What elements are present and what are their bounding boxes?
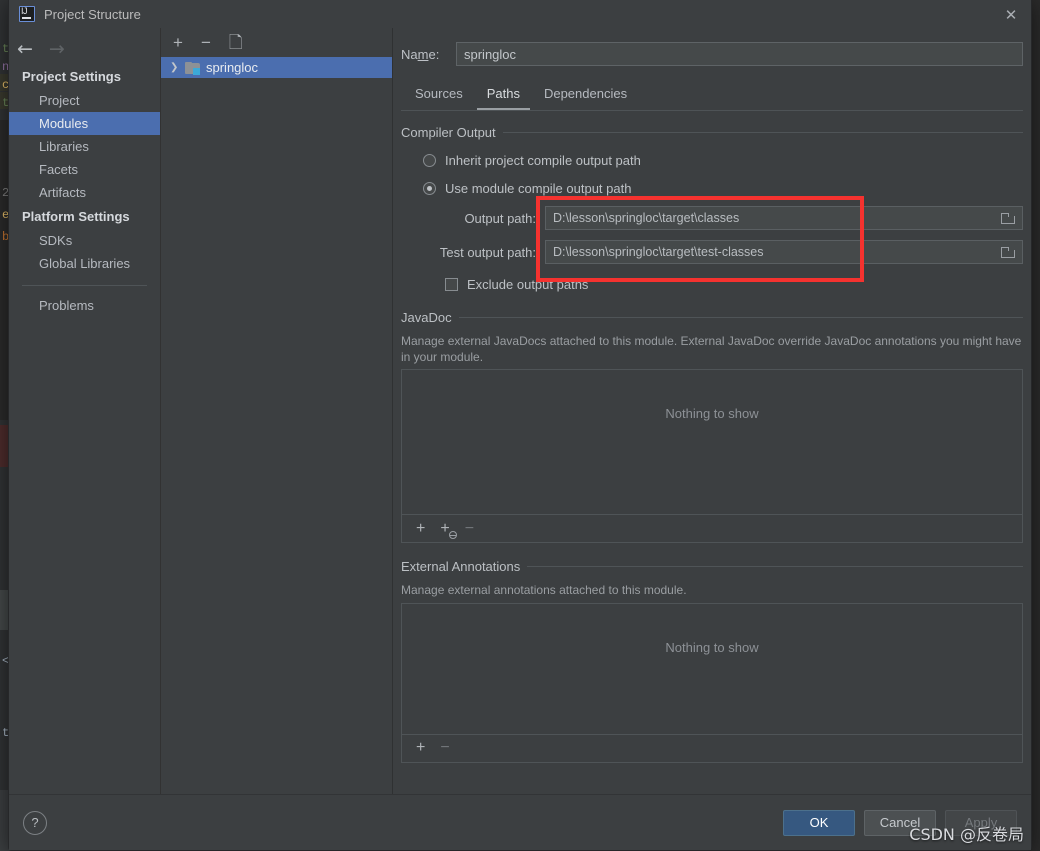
sidebar-item-modules[interactable]: Modules (9, 112, 160, 135)
minus-icon[interactable]: − (440, 740, 449, 756)
sidebar-group-platform-settings: Platform Settings (22, 209, 130, 224)
navigation-arrows: ← → (9, 34, 160, 64)
test-output-path-row: Test output path: (401, 240, 1023, 264)
dialog-body: ← → Project Settings Project Modules Lib… (9, 28, 1031, 794)
javadoc-empty-area: Nothing to show (402, 370, 1022, 514)
javadoc-title: JavaDoc (401, 310, 452, 325)
module-folder-icon (185, 61, 200, 75)
watermark: CSDN @反卷局 (909, 825, 1024, 844)
tab-paths[interactable]: Paths (476, 81, 530, 110)
close-icon[interactable]: ✕ (1001, 5, 1021, 25)
settings-sidebar: ← → Project Settings Project Modules Lib… (9, 28, 161, 794)
sidebar-item-artifacts[interactable]: Artifacts (9, 181, 160, 204)
module-tabs: Sources Paths Dependencies (401, 81, 1023, 110)
plus-icon[interactable]: + (416, 740, 425, 756)
inherit-output-radio-row[interactable]: Inherit project compile output path (423, 153, 1023, 168)
output-path-input[interactable] (546, 207, 994, 229)
output-path-label: Output path: (464, 210, 536, 226)
external-annotations-description: Manage external annotations attached to … (401, 583, 687, 598)
external-annotations-title: External Annotations (401, 559, 521, 575)
plus-icon[interactable]: + (416, 520, 425, 537)
dialog-footer: ? OK Cancel Apply (9, 794, 1031, 850)
project-structure-dialog: Project Structure ✕ ← → Project Settings… (8, 0, 1032, 851)
plus-globe-icon[interactable]: + (440, 520, 457, 539)
javadoc-listbox: Nothing to show + + − (401, 369, 1023, 544)
folder-browse-icon (1001, 212, 1015, 224)
javadoc-empty-text: Nothing to show (665, 406, 759, 422)
external-annotations-empty-text: Nothing to show (665, 639, 759, 655)
chevron-right-icon[interactable]: ❯ (170, 62, 179, 73)
copy-icon[interactable]: 🗋 (229, 34, 243, 51)
help-button[interactable]: ? (23, 810, 47, 835)
module-tree-item-springloc[interactable]: ❯ springloc (161, 57, 392, 78)
exclude-output-paths-row[interactable]: Exclude output paths (445, 277, 1023, 292)
external-annotations-group: External Annotations Manage external ann… (401, 559, 1023, 763)
back-arrow-icon[interactable]: ← (17, 39, 33, 59)
module-editor: Name: Sources Paths Dependencies Compile… (393, 28, 1031, 794)
modules-tree: ❯ springloc (161, 57, 392, 794)
test-output-path-label: Test output path: (439, 244, 536, 260)
minus-icon[interactable]: − (465, 520, 474, 537)
external-annotations-empty-area: Nothing to show (402, 604, 1022, 734)
inherit-output-radio-label: Inherit project compile output path (445, 153, 641, 168)
module-name-field-label: Name: (401, 46, 440, 62)
external-annotations-listbox: Nothing to show + − (401, 602, 1023, 763)
ok-button[interactable]: OK (783, 809, 855, 836)
exclude-output-paths-label: Exclude output paths (467, 277, 589, 292)
folder-browse-icon (1001, 246, 1015, 258)
exclude-output-paths-checkbox[interactable] (445, 278, 458, 291)
module-name-row: Name: (401, 42, 1023, 66)
plus-icon[interactable]: + (173, 34, 183, 51)
forward-arrow-icon[interactable]: → (49, 39, 65, 59)
sidebar-item-problems[interactable]: Problems (9, 294, 160, 317)
sidebar-item-libraries[interactable]: Libraries (9, 135, 160, 158)
test-output-path-browse-button[interactable] (994, 241, 1022, 263)
modules-toolbar: + − 🗋 (161, 28, 392, 57)
sidebar-item-global-libraries[interactable]: Global Libraries (9, 252, 160, 275)
sidebar-item-project[interactable]: Project (9, 89, 160, 112)
sidebar-divider (22, 285, 147, 286)
inherit-output-radio[interactable] (423, 154, 436, 167)
external-annotations-toolbar: + − (402, 733, 1022, 762)
output-path-browse-button[interactable] (994, 207, 1022, 229)
javadoc-toolbar: + + − (402, 514, 1022, 542)
use-module-output-radio-label: Use module compile output path (445, 181, 632, 196)
minus-icon[interactable]: − (201, 34, 211, 51)
sidebar-item-sdks[interactable]: SDKs (9, 229, 160, 252)
sidebar-item-facets[interactable]: Facets (9, 158, 160, 181)
use-module-output-radio-row[interactable]: Use module compile output path (423, 181, 1023, 196)
use-module-output-radio[interactable] (423, 182, 436, 195)
modules-panel: + − 🗋 ❯ springloc (161, 28, 393, 794)
sidebar-group-project-settings: Project Settings (22, 69, 121, 84)
intellij-idea-logo-icon (19, 6, 35, 22)
test-output-path-input[interactable] (546, 241, 994, 263)
group-divider-line (527, 566, 1023, 568)
javadoc-group: JavaDoc Manage external JavaDocs attache… (401, 310, 1023, 544)
tab-sources[interactable]: Sources (405, 81, 473, 110)
group-divider-line (458, 317, 1023, 318)
compiler-output-group: Compiler Output Inherit project compile … (401, 125, 1023, 292)
tabs-underline (401, 110, 1023, 111)
javadoc-description: Manage external JavaDocs attached to thi… (401, 334, 1022, 365)
compiler-output-title: Compiler Output (401, 125, 496, 140)
module-name-label: springloc (206, 60, 259, 75)
group-divider-line (502, 132, 1023, 133)
module-name-input[interactable] (456, 42, 1023, 66)
output-path-row: Output path: (401, 206, 1023, 230)
dialog-title-bar: Project Structure ✕ (9, 0, 1031, 28)
tab-dependencies[interactable]: Dependencies (534, 81, 637, 110)
dialog-title: Project Structure (44, 6, 141, 22)
